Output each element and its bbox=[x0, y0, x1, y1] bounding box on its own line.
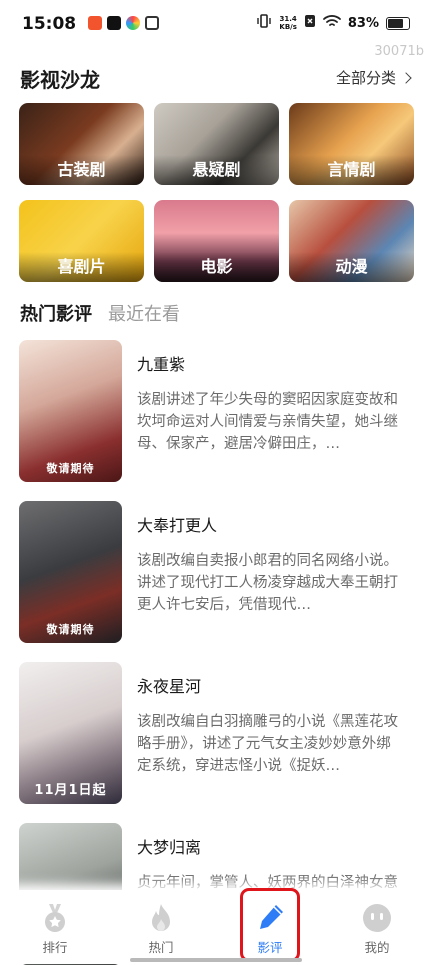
genre-label: 古装剧 bbox=[19, 155, 144, 185]
nav-label: 排行 bbox=[42, 940, 68, 955]
nav-ranking[interactable]: 排行 bbox=[20, 902, 90, 956]
genre-label: 悬疑剧 bbox=[154, 155, 279, 185]
chevron-right-icon bbox=[400, 71, 412, 84]
review-item[interactable]: 11月1日起 永夜星河 该剧改编自白羽摘雕弓的小说《黑莲花攻略手册》，讲述了元气… bbox=[19, 662, 414, 804]
nav-mine[interactable]: 我的 bbox=[342, 902, 412, 956]
review-description: 该剧讲述了年少失母的窦昭因家庭变故和坎坷命运对人间情爱与亲情失望，她斗继母、保家… bbox=[137, 392, 398, 452]
app-notification-icon bbox=[88, 16, 102, 30]
flame-icon bbox=[152, 904, 170, 931]
all-categories-label: 全部分类 bbox=[335, 69, 396, 87]
section-title: 影视沙龙 bbox=[20, 68, 100, 92]
net-speed-unit: KB/s bbox=[279, 23, 297, 31]
tab-recently-watched[interactable]: 最近在看 bbox=[108, 300, 180, 326]
battery-icon bbox=[386, 16, 410, 30]
status-time: 15:08 bbox=[22, 14, 77, 34]
nav-label: 我的 bbox=[364, 940, 390, 955]
genre-label: 动漫 bbox=[289, 252, 414, 282]
genre-label: 喜剧片 bbox=[19, 252, 144, 282]
genre-tile-movie[interactable]: 电影 bbox=[154, 200, 279, 282]
nav-hot[interactable]: 热门 bbox=[126, 902, 196, 956]
poster-image: 11月1日起 bbox=[19, 662, 122, 804]
watermark: 30071b bbox=[374, 44, 424, 59]
genre-tile-anime[interactable]: 动漫 bbox=[289, 200, 414, 282]
vibrate-icon bbox=[256, 14, 272, 32]
home-indicator bbox=[130, 958, 302, 962]
medal-icon bbox=[45, 904, 65, 932]
poster-image: 敬请期待 bbox=[19, 340, 122, 482]
review-description: 该剧改编自卖报小郎君的同名网络小说。讲述了现代打工人杨凌穿越成大奉王朝打更人许七… bbox=[137, 553, 398, 613]
genre-tile-costume[interactable]: 古装剧 bbox=[19, 103, 144, 185]
review-title: 大梦归离 bbox=[137, 838, 202, 857]
genre-tile-suspense[interactable]: 悬疑剧 bbox=[154, 103, 279, 185]
review-title: 九重紫 bbox=[137, 355, 186, 374]
review-title: 大奉打更人 bbox=[137, 516, 218, 535]
sim-icon bbox=[304, 14, 316, 32]
genre-tile-comedy[interactable]: 喜剧片 bbox=[19, 200, 144, 282]
wifi-icon bbox=[322, 14, 341, 32]
genre-label: 言情剧 bbox=[289, 155, 414, 185]
net-speed: 31.4 KB/s bbox=[279, 15, 296, 31]
all-categories-link[interactable]: 全部分类 bbox=[335, 67, 412, 88]
bottom-nav: 排行 热门 影评 我的 bbox=[0, 890, 432, 964]
face-icon bbox=[363, 904, 391, 932]
review-item[interactable]: 敬请期待 大奉打更人 该剧改编自卖报小郎君的同名网络小说。讲述了现代打工人杨凌穿… bbox=[19, 501, 414, 643]
review-item[interactable]: 敬请期待 九重紫 该剧讲述了年少失母的窦昭因家庭变故和坎坷命运对人间情爱与亲情失… bbox=[19, 340, 414, 482]
notification-icons bbox=[88, 16, 159, 30]
battery-percent: 83% bbox=[347, 15, 379, 31]
net-speed-value: 31.4 bbox=[279, 15, 297, 23]
review-description: 该剧改编自白羽摘雕弓的小说《黑莲花攻略手册》，讲述了元气女主凌妙妙意外绑定系统，… bbox=[137, 714, 398, 774]
genre-grid: 古装剧 悬疑剧 言情剧 喜剧片 电影 动漫 bbox=[19, 103, 414, 282]
genre-tile-romance[interactable]: 言情剧 bbox=[289, 103, 414, 185]
colorful-app-icon bbox=[126, 16, 140, 30]
nav-label: 热门 bbox=[148, 940, 174, 955]
genre-label: 电影 bbox=[154, 252, 279, 282]
selection-highlight bbox=[240, 888, 300, 962]
review-tabs: 热门影评 最近在看 bbox=[20, 300, 180, 326]
poster-tag: 敬请期待 bbox=[46, 462, 95, 475]
poster-tag: 敬请期待 bbox=[46, 623, 95, 636]
poster-image: 敬请期待 bbox=[19, 501, 122, 643]
tiktok-icon bbox=[107, 16, 121, 30]
status-bar: 15:08 31.4 KB/s 83% bbox=[0, 0, 432, 48]
status-right: 31.4 KB/s 83% bbox=[256, 14, 410, 32]
app-notification-icon-2 bbox=[145, 16, 159, 30]
tab-hot-reviews[interactable]: 热门影评 bbox=[20, 300, 92, 326]
review-title: 永夜星河 bbox=[137, 677, 202, 696]
poster-tag: 11月1日起 bbox=[34, 783, 107, 798]
